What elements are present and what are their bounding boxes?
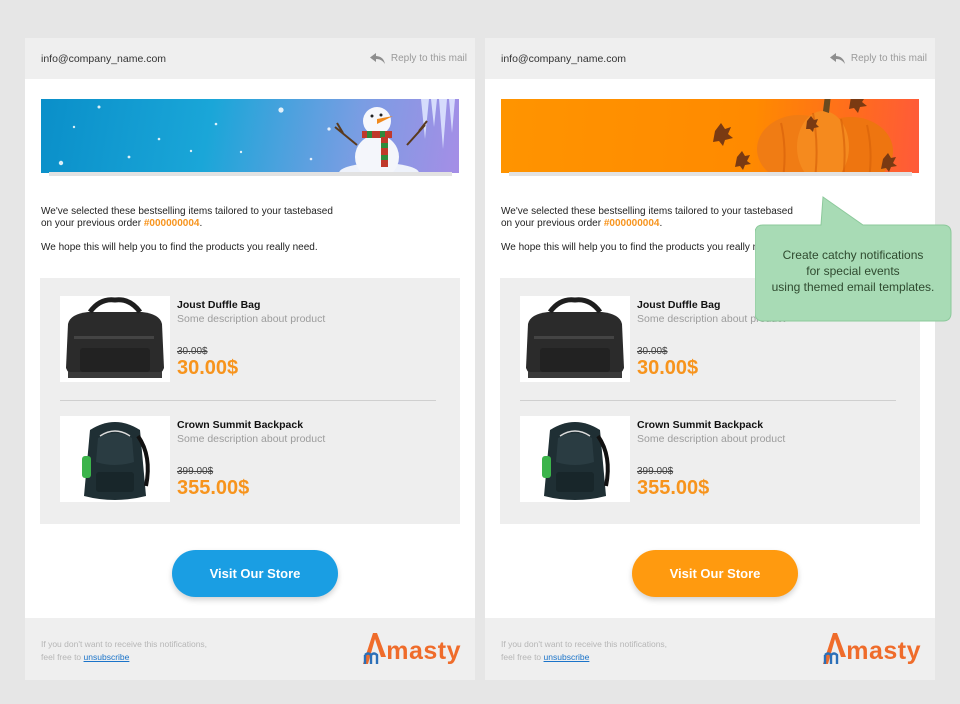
product-divider — [520, 400, 896, 401]
reply-button[interactable]: Reply to this mail — [369, 53, 467, 64]
product-name[interactable]: Joust Duffle Bag — [637, 299, 720, 311]
amasty-logo-icon — [823, 633, 847, 664]
intro-paragraph-2: We hope this will help you to find the p… — [41, 242, 318, 253]
banner-shadow — [49, 172, 452, 176]
pumpkin-illustration — [713, 99, 897, 173]
product-price: 30.00$ — [637, 357, 699, 379]
product-divider — [60, 400, 436, 401]
product-card[interactable]: Crown Summit Backpack Some description a… — [60, 416, 450, 506]
product-old-price: 30.00$ — [637, 346, 668, 357]
reply-button[interactable]: Reply to this mail — [829, 53, 927, 64]
winter-banner — [41, 99, 459, 173]
sender-address: info@company_name.com — [41, 52, 167, 65]
unsubscribe-link[interactable]: unsubscribe — [544, 652, 590, 662]
product-old-price: 399.00$ — [637, 466, 674, 477]
feature-callout: Create catchy notifications for special … — [755, 196, 952, 322]
product-price: 355.00$ — [177, 477, 250, 499]
callout-text: Create catchy notifications for special … — [755, 247, 951, 295]
product-name[interactable]: Joust Duffle Bag — [177, 299, 260, 311]
sender-address: info@company_name.com — [501, 52, 627, 65]
intro-paragraph-2: We hope this will help you to find the p… — [501, 242, 778, 253]
product-description: Some description about product — [177, 313, 326, 325]
reply-label: Reply to this mail — [390, 53, 467, 64]
unsubscribe-notice: If you don't want to receive this notifi… — [501, 638, 667, 664]
product-name[interactable]: Crown Summit Backpack — [177, 419, 303, 431]
amasty-logo[interactable]: masty — [821, 631, 921, 665]
reply-icon — [829, 53, 845, 64]
product-name[interactable]: Crown Summit Backpack — [637, 419, 763, 431]
email-footer: If you don't want to receive this notifi… — [485, 618, 935, 680]
backpack-image[interactable] — [520, 416, 630, 502]
amasty-logo[interactable]: masty — [361, 631, 461, 665]
visit-store-button[interactable]: Visit Our Store — [172, 550, 338, 597]
email-footer: If you don't want to receive this notifi… — [25, 618, 475, 680]
snowman-illustration — [58, 99, 455, 173]
intro-line-2-end: . — [659, 217, 663, 229]
banner-shadow — [509, 172, 912, 176]
footer-line-2: feel free to — [41, 652, 84, 662]
product-description: Some description about product — [177, 433, 326, 445]
backpack-image[interactable] — [60, 416, 170, 502]
footer-line-1: If you don't want to receive this notifi… — [41, 639, 208, 649]
email-header: info@company_name.com Reply to this mail — [485, 38, 935, 79]
intro-text: We've selected these bestselling items t… — [41, 206, 371, 229]
footer-line-2: feel free to — [501, 652, 544, 662]
intro-line-2-end: . — [199, 217, 203, 229]
email-preview-winter: info@company_name.com Reply to this mail — [25, 38, 475, 680]
product-old-price: 399.00$ — [177, 466, 214, 477]
email-header: info@company_name.com Reply to this mail — [25, 38, 475, 79]
footer-line-1: If you don't want to receive this notifi… — [501, 639, 668, 649]
duffle-bag-image[interactable] — [520, 296, 630, 382]
autumn-banner — [501, 99, 919, 173]
intro-line-2: on your previous order — [501, 217, 604, 229]
unsubscribe-notice: If you don't want to receive this notifi… — [41, 638, 207, 664]
product-card[interactable]: Joust Duffle Bag Some description about … — [60, 296, 450, 386]
product-description: Some description about product — [637, 433, 786, 445]
callout-line-2: for special events — [806, 264, 900, 278]
order-number-link[interactable]: #000000004 — [604, 218, 660, 229]
callout-line-1: Create catchy notifications — [782, 248, 924, 262]
product-list: Joust Duffle Bag Some description about … — [40, 278, 460, 524]
product-old-price: 30.00$ — [177, 346, 208, 357]
visit-store-button[interactable]: Visit Our Store — [632, 550, 798, 597]
callout-line-3: using themed email templates. — [771, 280, 935, 294]
product-price: 355.00$ — [637, 477, 710, 499]
intro-line-1: We've selected these bestselling items t… — [501, 206, 793, 217]
product-card[interactable]: Crown Summit Backpack Some description a… — [520, 416, 910, 506]
reply-label: Reply to this mail — [850, 53, 927, 64]
amasty-logo-text: masty — [846, 637, 921, 665]
amasty-logo-icon — [363, 633, 387, 664]
amasty-logo-text: masty — [386, 637, 461, 665]
intro-line-1: We've selected these bestselling items t… — [41, 206, 333, 217]
product-price: 30.00$ — [177, 357, 239, 379]
email-preview-autumn: info@company_name.com Reply to this mail… — [485, 38, 935, 680]
order-number-link[interactable]: #000000004 — [144, 218, 200, 229]
reply-icon — [369, 53, 385, 64]
unsubscribe-link[interactable]: unsubscribe — [84, 652, 130, 662]
intro-line-2: on your previous order — [41, 217, 144, 229]
duffle-bag-image[interactable] — [60, 296, 170, 382]
